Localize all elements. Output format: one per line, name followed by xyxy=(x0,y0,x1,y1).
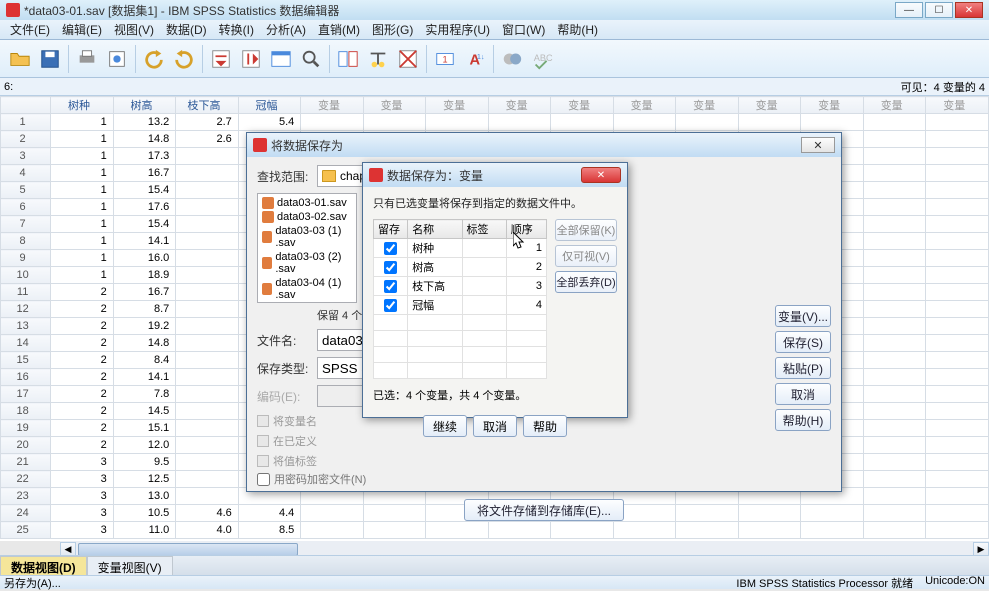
variables-icon[interactable] xyxy=(267,45,295,73)
titlebar: *data03-01.sav [数据集1] - IBM SPSS Statist… xyxy=(0,0,989,20)
chk-vallabels xyxy=(257,455,269,467)
menu-edit[interactable]: 编辑(E) xyxy=(56,19,108,40)
folder-icon xyxy=(322,170,336,182)
sav-file-icon xyxy=(262,283,272,295)
close-button[interactable]: ✕ xyxy=(955,2,983,18)
menu-utilities[interactable]: 实用程序(U) xyxy=(419,19,496,40)
sav-file-icon xyxy=(262,231,272,243)
selected-info: 已选：4 个变量，共 4 个变量。 xyxy=(373,387,617,403)
value-labels-icon[interactable]: 1 xyxy=(431,45,459,73)
status-left: 另存为(A)... xyxy=(4,575,61,591)
toolbar: 1 A1↓ ABC xyxy=(0,40,989,78)
visible-variables-label: 可见：4 变量的 4 xyxy=(901,79,985,95)
recall-icon[interactable] xyxy=(103,45,131,73)
menu-window[interactable]: 窗口(W) xyxy=(496,19,551,40)
help-button[interactable]: 帮助(H) xyxy=(775,409,831,431)
paste-button[interactable]: 粘贴(P) xyxy=(775,357,831,379)
maximize-button[interactable]: ☐ xyxy=(925,2,953,18)
app-icon xyxy=(6,3,20,17)
drop-all-button[interactable]: 全部丢弃(D) xyxy=(555,271,617,293)
undo-icon[interactable] xyxy=(140,45,168,73)
cell-reference: 6: xyxy=(4,81,13,93)
sav-file-icon xyxy=(262,197,274,209)
status-unicode: Unicode:ON xyxy=(925,575,985,591)
use-sets-icon[interactable]: A1↓ xyxy=(461,45,489,73)
select-cases-icon[interactable] xyxy=(394,45,422,73)
cell-reference-bar: 6: 可见：4 变量的 4 xyxy=(0,78,989,96)
dialog-icon xyxy=(369,168,383,182)
chk-defined xyxy=(257,435,269,447)
chk-writevar xyxy=(257,415,269,427)
save-button[interactable]: 保存(S) xyxy=(775,331,831,353)
menu-help[interactable]: 帮助(H) xyxy=(551,19,604,40)
svg-text:1: 1 xyxy=(442,54,447,64)
customize-icon[interactable] xyxy=(498,45,526,73)
find-icon[interactable] xyxy=(297,45,325,73)
print-icon[interactable] xyxy=(73,45,101,73)
file-item[interactable]: data03-03 (1) .sav xyxy=(260,224,354,250)
save-variables-dialog: 数据保存为：变量 ✕ 只有已选变量将保存到指定的数据文件中。 留存名称标签顺序树… xyxy=(362,162,628,418)
keep-checkbox[interactable] xyxy=(384,242,397,255)
menu-transform[interactable]: 转换(I) xyxy=(213,19,260,40)
redo-icon[interactable] xyxy=(170,45,198,73)
window-title: *data03-01.sav [数据集1] - IBM SPSS Statist… xyxy=(24,2,339,19)
keep-checkbox[interactable] xyxy=(384,280,397,293)
file-item[interactable]: data03-02.sav xyxy=(260,210,354,224)
lookin-label: 查找范围: xyxy=(257,168,317,185)
variables-hint: 只有已选变量将保存到指定的数据文件中。 xyxy=(373,195,617,211)
save-data-dialog-close[interactable]: ✕ xyxy=(801,137,835,153)
keep-checkbox[interactable] xyxy=(384,299,397,312)
menu-marketing[interactable]: 直销(M) xyxy=(312,19,366,40)
statusbar: 另存为(A)... IBM SPSS Statistics Processor … xyxy=(0,575,989,589)
filename-label: 文件名: xyxy=(257,332,317,349)
status-processor: IBM SPSS Statistics Processor 就绪 xyxy=(736,575,913,591)
sav-file-icon xyxy=(262,211,274,223)
visible-only-button[interactable]: 仅可视(V) xyxy=(555,245,617,267)
menu-file[interactable]: 文件(E) xyxy=(4,19,56,40)
encode-label: 编码(E): xyxy=(257,388,317,405)
help-button-2[interactable]: 帮助 xyxy=(523,415,567,437)
minimize-button[interactable]: — xyxy=(895,2,923,18)
svg-text:ABC: ABC xyxy=(534,52,553,62)
save-variables-dialog-title[interactable]: 数据保存为：变量 ✕ xyxy=(363,163,627,187)
menu-data[interactable]: 数据(D) xyxy=(160,19,213,40)
file-item[interactable]: data03-01.sav xyxy=(260,196,354,210)
save-variables-dialog-close[interactable]: ✕ xyxy=(581,167,621,183)
store-to-repo-button[interactable]: 将文件存储到存储库(E)... xyxy=(464,499,624,521)
goto-case-icon[interactable] xyxy=(207,45,235,73)
menubar: 文件(E) 编辑(E) 视图(V) 数据(D) 转换(I) 分析(A) 直销(M… xyxy=(0,20,989,40)
continue-button[interactable]: 继续 xyxy=(423,415,467,437)
weight-icon[interactable] xyxy=(364,45,392,73)
variable-view-tab[interactable]: 变量视图(V) xyxy=(87,556,173,575)
cancel-button-2[interactable]: 取消 xyxy=(473,415,517,437)
dialog-icon xyxy=(253,138,267,152)
file-item[interactable]: data03-03 (2) .sav xyxy=(260,250,354,276)
variables-button[interactable]: 变量(V)... xyxy=(775,305,831,327)
keep-all-button[interactable]: 全部保留(K) xyxy=(555,219,617,241)
sav-file-icon xyxy=(262,257,272,269)
menu-analyze[interactable]: 分析(A) xyxy=(260,19,312,40)
open-icon[interactable] xyxy=(6,45,34,73)
file-list[interactable]: data03-01.savdata03-02.savdata03-03 (1) … xyxy=(257,193,357,303)
data-view-tab[interactable]: 数据视图(D) xyxy=(0,556,87,575)
file-item[interactable]: data03-04 (1) .sav xyxy=(260,276,354,302)
menu-view[interactable]: 视图(V) xyxy=(108,19,160,40)
menu-graphs[interactable]: 图形(G) xyxy=(366,19,419,40)
view-tabs: 数据视图(D) 变量视图(V) xyxy=(0,555,989,575)
split-file-icon[interactable] xyxy=(334,45,362,73)
goto-var-icon[interactable] xyxy=(237,45,265,73)
svg-text:1↓: 1↓ xyxy=(477,52,485,61)
savetype-label: 保存类型: xyxy=(257,360,317,377)
spellcheck-icon[interactable]: ABC xyxy=(528,45,556,73)
save-data-dialog-title[interactable]: 将数据保存为 ✕ xyxy=(247,133,841,157)
variables-table[interactable]: 留存名称标签顺序树种1树高2枝下高3冠幅4 xyxy=(373,219,547,379)
cancel-button[interactable]: 取消 xyxy=(775,383,831,405)
save-icon[interactable] xyxy=(36,45,64,73)
chk-encrypt[interactable] xyxy=(257,473,270,486)
keep-checkbox[interactable] xyxy=(384,261,397,274)
